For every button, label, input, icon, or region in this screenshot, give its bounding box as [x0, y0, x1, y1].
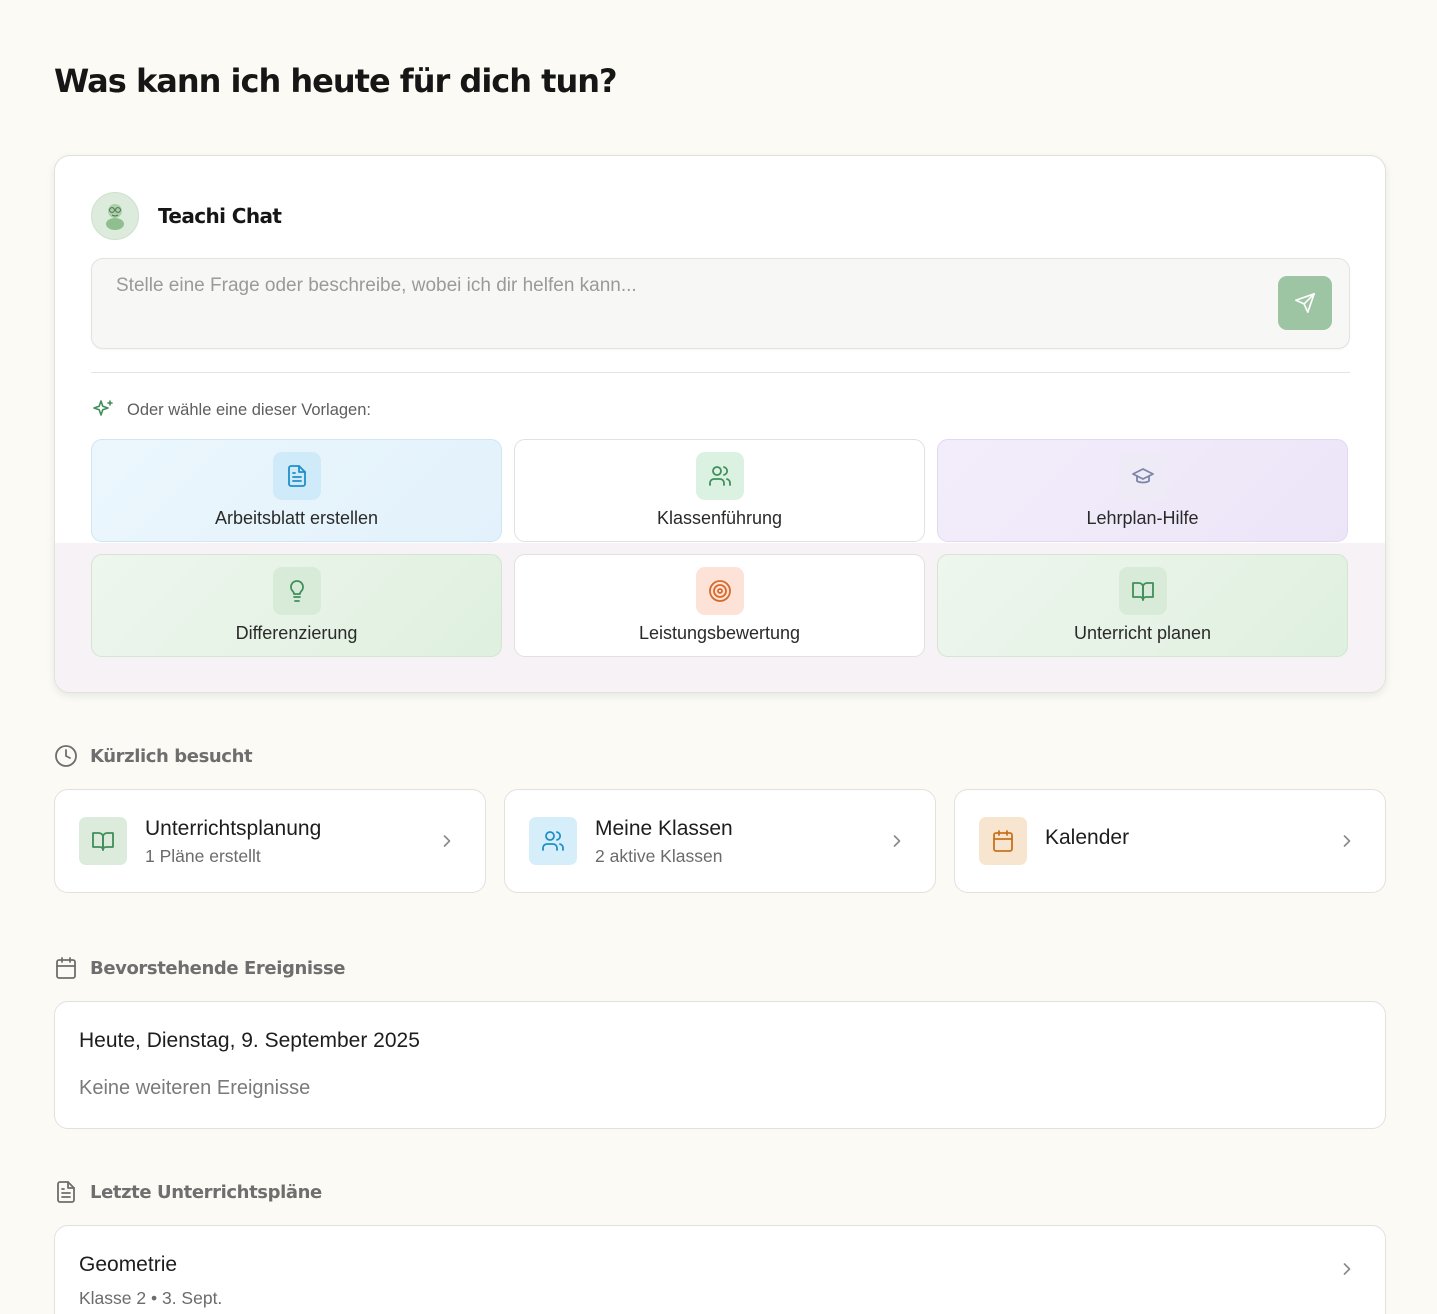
recent-subtitle: 1 Pläne erstellt: [145, 846, 261, 866]
chat-input[interactable]: Stelle eine Frage oder beschreibe, wobei…: [91, 258, 1350, 349]
recent-title: Kalender: [1045, 826, 1130, 849]
chevron-right-icon: [893, 835, 901, 847]
recent-title: Unterrichtsplanung: [145, 817, 322, 840]
document-icon: [272, 452, 321, 500]
template-arbeitsblatt-erstellen[interactable]: Arbeitsblatt erstellen: [91, 439, 502, 542]
plans-heading: Letzte Unterrichtspläne: [54, 1180, 322, 1204]
templates-label: Oder wähle eine dieser Vorlagen:: [91, 398, 371, 422]
turtle-avatar-icon: [91, 192, 139, 240]
recent-card-meine-klassen[interactable]: Meine Klassen 2 aktive Klassen: [504, 789, 936, 893]
book-open-icon: [79, 817, 127, 865]
plan-card-geometrie[interactable]: Geometrie Klasse 2 • 3. Sept.: [54, 1225, 1386, 1314]
calendar-icon: [56, 957, 76, 979]
template-leistungsbewertung[interactable]: Leistungsbewertung: [514, 554, 925, 657]
recent-card-kalender[interactable]: Kalender: [954, 789, 1386, 893]
chevron-right-icon: [1343, 835, 1351, 847]
recent-card-unterrichtsplanung[interactable]: Unterrichtsplanung 1 Pläne erstellt: [54, 789, 486, 893]
plan-title: Geometrie: [79, 1253, 178, 1276]
recent-heading: Kürzlich besucht: [54, 744, 253, 768]
send-button[interactable]: [1278, 276, 1332, 330]
events-date: Heute, Dienstag, 9. September 2025: [79, 1029, 420, 1052]
calendar-icon: [979, 817, 1027, 865]
users-icon: [695, 452, 744, 500]
send-icon: [1295, 293, 1315, 313]
chat-header: Teachi Chat: [91, 192, 282, 240]
events-card: Heute, Dienstag, 9. September 2025 Keine…: [54, 1001, 1386, 1129]
events-heading: Bevorstehende Ereignisse: [54, 956, 345, 980]
chevron-right-icon: [443, 835, 451, 847]
divider: [91, 372, 1350, 373]
chat-input-placeholder: Stelle eine Frage oder beschreibe, wobei…: [116, 275, 637, 296]
template-lehrplan-hilfe[interactable]: Lehrplan-Hilfe: [937, 439, 1348, 542]
chat-title: Teachi Chat: [158, 204, 282, 228]
template-unterricht-planen[interactable]: Unterricht planen: [937, 554, 1348, 657]
book-open-icon: [1118, 567, 1167, 615]
chevron-right-icon: [1343, 1263, 1351, 1275]
clock-icon: [55, 745, 77, 767]
recent-title: Meine Klassen: [595, 817, 733, 840]
lightbulb-icon: [272, 567, 321, 615]
events-empty-text: Keine weiteren Ereignisse: [79, 1077, 311, 1099]
document-icon: [57, 1181, 75, 1203]
users-icon: [529, 817, 577, 865]
teachi-chat-card: Teachi Chat Stelle eine Frage oder besch…: [54, 155, 1386, 693]
graduation-cap-icon: [1118, 452, 1167, 500]
target-icon: [695, 567, 744, 615]
template-differenzierung[interactable]: Differenzierung: [91, 554, 502, 657]
page-title: Was kann ich heute für dich tun?: [54, 62, 618, 100]
plan-subtitle: Klasse 2 • 3. Sept.: [79, 1288, 223, 1308]
template-klassenfuehrung[interactable]: Klassenführung: [514, 439, 925, 542]
recent-subtitle: 2 aktive Klassen: [595, 846, 723, 866]
sparkles-icon: [93, 400, 113, 416]
